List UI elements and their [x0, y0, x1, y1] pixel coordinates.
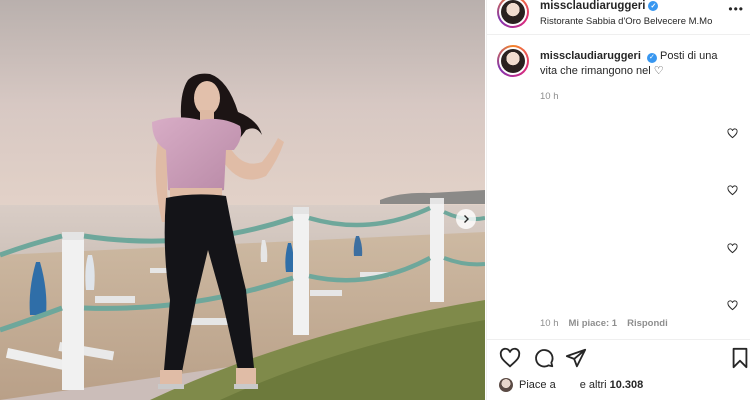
post-side-panel: missclaudiaruggeri ✓ Ristorante Sabbia d…	[486, 0, 750, 400]
caption-timestamp: 10 h	[540, 91, 559, 102]
liker-avatar	[499, 378, 513, 392]
verified-badge-icon: ✓	[646, 52, 657, 63]
post-caption: missclaudiaruggeri ✓ Posti di una vita c…	[540, 49, 725, 79]
bookmark-icon[interactable]	[729, 347, 750, 369]
next-photo-button[interactable]	[456, 209, 476, 229]
heart-icon[interactable]	[727, 185, 738, 196]
post-actions-bar	[499, 347, 749, 373]
more-options-icon[interactable]: •••	[728, 2, 744, 16]
chevron-right-icon	[464, 215, 469, 223]
likes-prefix: Piace a	[519, 379, 556, 391]
heart-icon[interactable]	[727, 300, 738, 311]
heart-icon[interactable]	[727, 128, 738, 139]
comment-timestamp: 10 h	[540, 318, 559, 329]
heart-icon[interactable]	[499, 347, 521, 369]
actions-divider	[487, 339, 750, 340]
beach-scene-image	[0, 0, 485, 400]
caption-username[interactable]: missclaudiaruggeri	[540, 50, 641, 62]
reply-button[interactable]: Rispondi	[627, 318, 668, 329]
caption-author-avatar[interactable]	[497, 45, 529, 77]
header-divider	[487, 34, 750, 35]
verified-badge-icon: ✓	[648, 1, 659, 11]
heart-icon[interactable]	[727, 243, 738, 254]
post-photo	[0, 0, 485, 400]
comment-icon[interactable]	[533, 347, 555, 369]
post-author-header[interactable]: missclaudiaruggeri ✓	[540, 0, 659, 12]
send-icon[interactable]	[565, 347, 587, 369]
comment-likes-link[interactable]: Mi piace: 1	[569, 318, 618, 329]
likes-summary[interactable]: Piace a e altri 10.308	[499, 378, 643, 392]
author-avatar[interactable]	[497, 0, 529, 28]
likes-suffix: e altri	[579, 379, 607, 391]
post-location[interactable]: Ristorante Sabbia d'Oro Belvecere M.Mo	[540, 16, 712, 27]
author-username[interactable]: missclaudiaruggeri	[540, 0, 645, 12]
comment-meta: 10 h Mi piace: 1 Rispondi	[540, 318, 668, 329]
likes-count[interactable]: 10.308	[610, 379, 644, 391]
